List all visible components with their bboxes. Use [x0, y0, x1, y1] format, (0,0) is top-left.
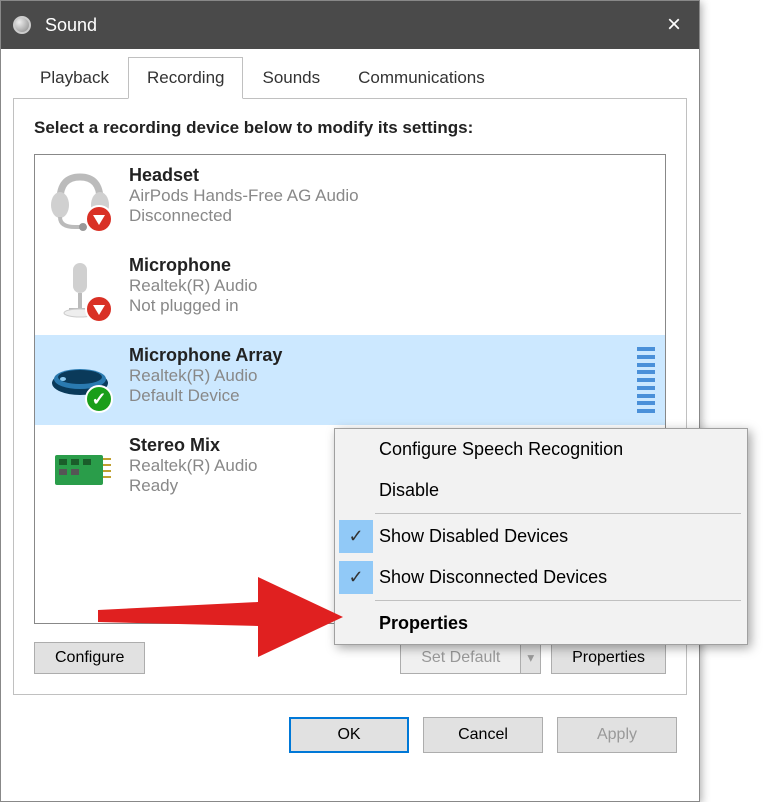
device-status: Default Device: [129, 386, 655, 406]
microphone-icon: [45, 255, 115, 325]
device-name: Microphone Array: [129, 345, 655, 366]
check-icon: [339, 561, 373, 594]
headset-icon: [45, 165, 115, 235]
cm-label: Disable: [379, 480, 439, 501]
configure-button[interactable]: Configure: [34, 642, 145, 674]
cm-separator: [375, 600, 741, 601]
device-status: Disconnected: [129, 206, 655, 226]
set-default-button[interactable]: Set Default: [400, 642, 520, 674]
tab-communications[interactable]: Communications: [339, 57, 504, 99]
device-name: Microphone: [129, 255, 655, 276]
titlebar: Sound ×: [1, 1, 699, 49]
cm-label: Show Disconnected Devices: [379, 567, 607, 588]
tab-recording[interactable]: Recording: [128, 57, 244, 99]
cm-separator: [375, 513, 741, 514]
device-driver: AirPods Hands-Free AG Audio: [129, 186, 655, 206]
device-mic-array[interactable]: Microphone Array Realtek(R) Audio Defaul…: [35, 335, 665, 425]
device-driver: Realtek(R) Audio: [129, 366, 655, 386]
stereo-mix-icon: [45, 435, 115, 505]
apply-button[interactable]: Apply: [557, 717, 677, 753]
cm-show-disabled[interactable]: Show Disabled Devices: [335, 516, 747, 557]
properties-button[interactable]: Properties: [551, 642, 666, 674]
cm-label: Properties: [379, 613, 468, 634]
dialog-buttons: OK Cancel Apply: [13, 717, 687, 753]
check-icon: [339, 520, 373, 553]
device-status: Not plugged in: [129, 296, 655, 316]
instruction-text: Select a recording device below to modif…: [34, 118, 666, 138]
device-microphone[interactable]: Microphone Realtek(R) Audio Not plugged …: [35, 245, 665, 335]
default-badge-icon: [85, 385, 113, 413]
cm-label: Configure Speech Recognition: [379, 439, 623, 460]
sound-dialog: Sound × Playback Recording Sounds Commun…: [0, 0, 700, 802]
device-driver: Realtek(R) Audio: [129, 276, 655, 296]
ok-button[interactable]: OK: [289, 717, 409, 753]
unplugged-badge-icon: [85, 295, 113, 323]
context-menu: Configure Speech Recognition Disable Sho…: [334, 428, 748, 645]
mic-array-icon: [45, 345, 115, 415]
level-meter: [637, 347, 655, 413]
cm-configure-speech[interactable]: Configure Speech Recognition: [335, 429, 747, 470]
tab-playback[interactable]: Playback: [21, 57, 128, 99]
cm-label: Show Disabled Devices: [379, 526, 568, 547]
window-title: Sound: [45, 15, 97, 36]
tab-sounds[interactable]: Sounds: [243, 57, 339, 99]
cm-show-disconnected[interactable]: Show Disconnected Devices: [335, 557, 747, 598]
sound-icon: [13, 16, 31, 34]
dialog-content: Playback Recording Sounds Communications…: [1, 49, 699, 765]
panel-buttons: Configure Set Default ▾ Properties: [34, 642, 666, 674]
close-icon[interactable]: ×: [667, 11, 681, 39]
cm-properties[interactable]: Properties: [335, 603, 747, 644]
device-headset[interactable]: Headset AirPods Hands-Free AG Audio Disc…: [35, 155, 665, 245]
set-default-split: Set Default ▾: [400, 642, 541, 674]
disconnected-badge-icon: [85, 205, 113, 233]
cm-disable[interactable]: Disable: [335, 470, 747, 511]
cancel-button[interactable]: Cancel: [423, 717, 543, 753]
set-default-dropdown[interactable]: ▾: [520, 642, 541, 674]
device-name: Headset: [129, 165, 655, 186]
tab-strip: Playback Recording Sounds Communications: [13, 57, 687, 99]
